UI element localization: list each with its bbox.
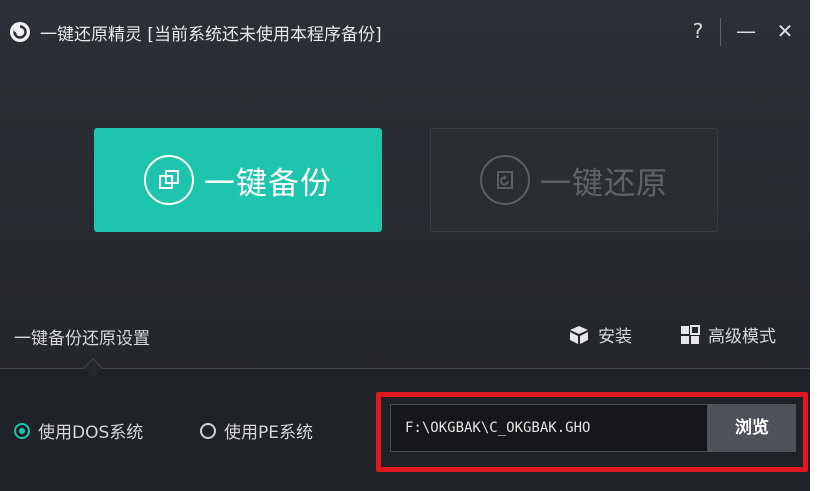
advanced-mode-label: 高级模式 bbox=[708, 327, 776, 347]
settings-section-label: 一键备份还原设置 bbox=[14, 329, 150, 349]
backup-copy-icon bbox=[144, 155, 194, 205]
title-separator bbox=[720, 18, 721, 46]
install-label: 安装 bbox=[598, 327, 632, 347]
pe-system-radio[interactable]: 使用PE系统 bbox=[200, 418, 313, 443]
app-logo-icon bbox=[10, 22, 30, 42]
advanced-mode-link[interactable]: 高级模式 bbox=[680, 322, 776, 347]
radio-checked-icon bbox=[14, 422, 30, 439]
install-link[interactable]: 安装 bbox=[568, 322, 632, 347]
annotation-highlight-box bbox=[376, 392, 808, 472]
title-bar: 一键还原精灵 [当前系统还未使用本程序备份] ? — ✕ bbox=[0, 0, 810, 64]
one-click-restore-button[interactable]: 一键还原 bbox=[430, 128, 718, 232]
section-divider bbox=[0, 368, 810, 369]
grid-mode-icon bbox=[680, 324, 700, 345]
minimize-button[interactable]: — bbox=[734, 18, 758, 44]
one-click-backup-button[interactable]: 一键备份 bbox=[94, 128, 382, 232]
settings-row: 一键备份还原设置 安装 高级模式 bbox=[0, 318, 810, 358]
help-button[interactable]: ? bbox=[686, 18, 710, 44]
radio-unchecked-icon bbox=[200, 422, 216, 439]
restore-icon bbox=[480, 155, 530, 205]
dos-system-label: 使用DOS系统 bbox=[38, 423, 144, 443]
backup-label: 一键备份 bbox=[204, 165, 332, 202]
window-title: 一键还原精灵 [当前系统还未使用本程序备份] bbox=[40, 25, 382, 45]
dos-system-radio[interactable]: 使用DOS系统 bbox=[14, 418, 143, 443]
pe-system-label: 使用PE系统 bbox=[224, 423, 313, 443]
restore-label: 一键还原 bbox=[540, 165, 668, 202]
close-button[interactable]: ✕ bbox=[773, 18, 797, 44]
install-box-icon bbox=[568, 325, 590, 345]
